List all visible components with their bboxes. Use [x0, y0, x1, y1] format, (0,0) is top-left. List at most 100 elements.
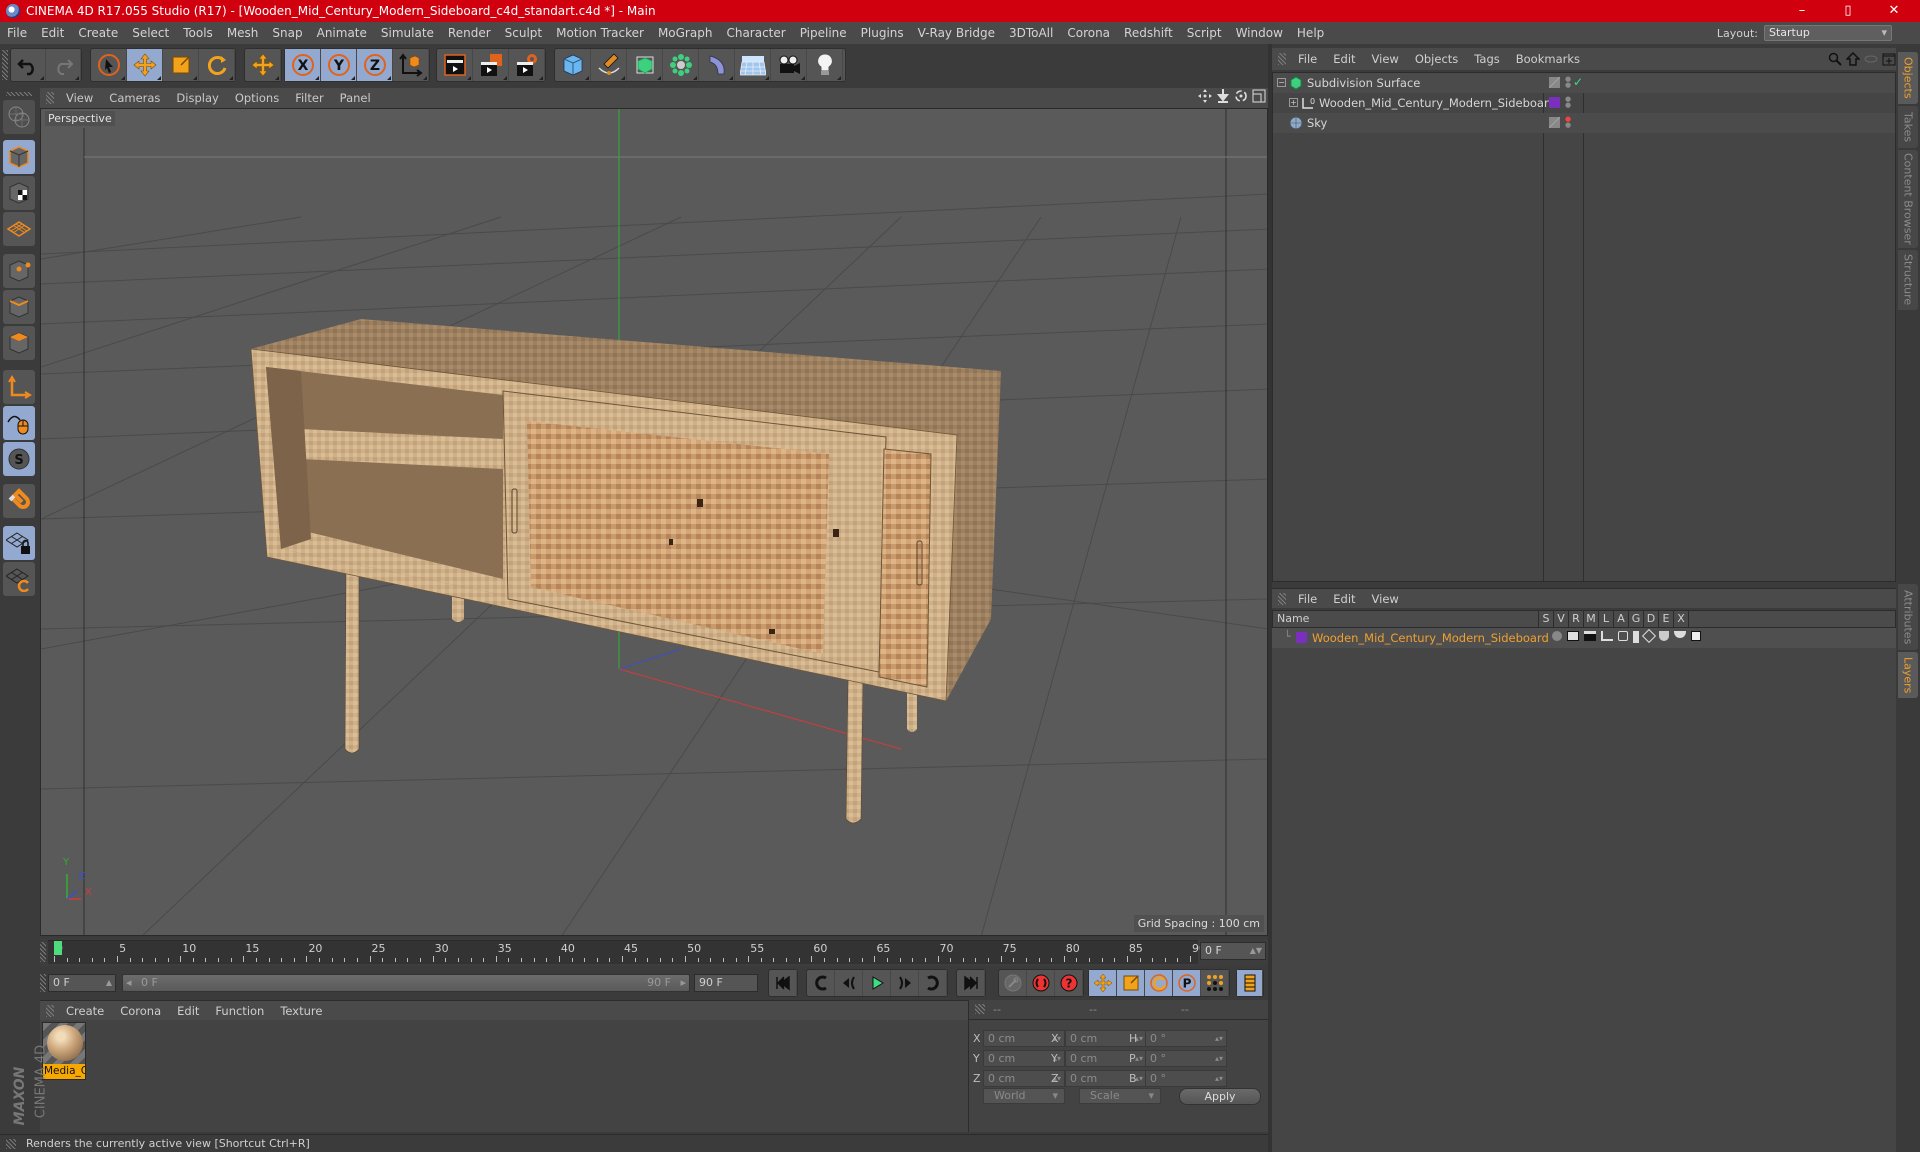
- workplane-rotate-button[interactable]: [3, 562, 35, 596]
- last-tool-button[interactable]: [245, 49, 281, 81]
- material-menu-texture[interactable]: Texture: [272, 1004, 330, 1018]
- object-menu-edit[interactable]: Edit: [1325, 52, 1363, 66]
- layer-column-e[interactable]: E: [1659, 611, 1674, 627]
- current-frame-field[interactable]: 0 F ▲▼: [1200, 942, 1266, 960]
- end-frame-field[interactable]: 90 F: [694, 974, 758, 992]
- apply-button[interactable]: Apply: [1179, 1088, 1261, 1105]
- scale-button[interactable]: [163, 49, 199, 81]
- collapse-icon[interactable]: −: [1277, 78, 1286, 87]
- layer-menu-edit[interactable]: Edit: [1325, 592, 1363, 606]
- add-array-button[interactable]: [663, 49, 699, 81]
- pan-icon[interactable]: [1198, 89, 1212, 103]
- snap-button[interactable]: [3, 484, 35, 518]
- menu-character[interactable]: Character: [719, 26, 792, 40]
- layer-column-x[interactable]: X: [1674, 611, 1689, 627]
- object-row-subdivision-surface[interactable]: − Subdivision Surface ● ● ✓: [1273, 73, 1895, 93]
- menu-file[interactable]: File: [0, 26, 34, 40]
- visibility-toggle-icon[interactable]: [1864, 52, 1878, 66]
- spin-arrows-icon[interactable]: ▲▼: [1250, 943, 1262, 959]
- axis-mode-button[interactable]: [3, 370, 35, 404]
- restore-button[interactable]: ▯: [1826, 0, 1870, 22]
- orbit-icon[interactable]: [1234, 89, 1248, 103]
- add-light-button[interactable]: [807, 49, 843, 81]
- menu-simulate[interactable]: Simulate: [374, 26, 441, 40]
- render-settings-button[interactable]: [509, 49, 545, 81]
- layer-column-g[interactable]: G: [1629, 611, 1644, 627]
- add-subdivision-button[interactable]: [627, 49, 663, 81]
- next-key-button[interactable]: [919, 970, 947, 996]
- transport-grip[interactable]: [40, 974, 46, 992]
- menu-select[interactable]: Select: [125, 26, 176, 40]
- add-deformer-button[interactable]: [699, 49, 735, 81]
- key-scale-button[interactable]: [1117, 970, 1145, 996]
- layer-menu-file[interactable]: File: [1290, 592, 1325, 606]
- layer-column-name[interactable]: Name: [1273, 611, 1539, 627]
- material-menu-edit[interactable]: Edit: [169, 1004, 207, 1018]
- edges-mode-button[interactable]: [3, 290, 35, 324]
- next-frame-button[interactable]: [891, 970, 919, 996]
- editor-visibility-icon[interactable]: [1549, 117, 1560, 128]
- menu-pipeline[interactable]: Pipeline: [793, 26, 854, 40]
- timeline-ruler[interactable]: 051015202530354045505560657075808590: [48, 940, 1206, 964]
- menu-tools[interactable]: Tools: [176, 26, 220, 40]
- expand-icon[interactable]: +: [1289, 98, 1298, 107]
- go-to-start-button[interactable]: [769, 970, 797, 996]
- viewport-menu-cameras[interactable]: Cameras: [101, 91, 168, 105]
- viewport-menu-options[interactable]: Options: [227, 91, 287, 105]
- search-icon[interactable]: [1828, 52, 1842, 66]
- menu-window[interactable]: Window: [1229, 26, 1290, 40]
- model-mode-button[interactable]: [3, 140, 35, 174]
- object-row-sideboard[interactable]: + 0 Wooden_Mid_Century_Modern_Sideboard …: [1273, 93, 1895, 113]
- texture-mode-button[interactable]: [3, 176, 35, 210]
- object-menu-view[interactable]: View: [1364, 52, 1407, 66]
- animation-flag-icon[interactable]: [1633, 631, 1639, 643]
- rotation-h-field[interactable]: 0 ° ▴▾: [1145, 1030, 1227, 1047]
- material-menu-corona[interactable]: Corona: [112, 1004, 169, 1018]
- rotation-b-field[interactable]: 0 ° ▴▾: [1145, 1070, 1227, 1087]
- tweak-mode-button[interactable]: [3, 406, 35, 440]
- coordinate-mode-dropdown[interactable]: Scale: [1079, 1088, 1161, 1104]
- layer-name[interactable]: Wooden_Mid_Century_Modern_Sideboard: [1312, 631, 1549, 645]
- render-picture-viewer-button[interactable]: [473, 49, 509, 81]
- menu-motion-tracker[interactable]: Motion Tracker: [549, 26, 651, 40]
- menu-v-ray-bridge[interactable]: V-Ray Bridge: [911, 26, 1002, 40]
- visibility-dots-icon[interactable]: ● ●: [1565, 76, 1571, 89]
- timeline-grip[interactable]: [40, 942, 46, 962]
- autokey-button[interactable]: ?: [1055, 970, 1083, 996]
- x-axis-lock-button[interactable]: X: [285, 49, 321, 81]
- menu-animate[interactable]: Animate: [310, 26, 374, 40]
- tab-layers[interactable]: Layers: [1898, 652, 1918, 698]
- new-panel-icon[interactable]: [1882, 52, 1896, 66]
- generators-flag-icon[interactable]: [1641, 628, 1657, 644]
- menu-mograph[interactable]: MoGraph: [651, 26, 720, 40]
- polygons-mode-button[interactable]: [3, 326, 35, 360]
- visibility-dots-icon[interactable]: ● ●: [1565, 96, 1571, 109]
- menu-snap[interactable]: Snap: [265, 26, 309, 40]
- spin-arrows-icon[interactable]: ▴▾: [1215, 1051, 1223, 1066]
- add-floor-button[interactable]: [735, 49, 771, 81]
- tab-structure[interactable]: Structure: [1898, 250, 1918, 310]
- playhead[interactable]: [54, 941, 62, 955]
- tab-attributes[interactable]: Attributes: [1898, 584, 1918, 650]
- tab-content-browser[interactable]: Content Browser: [1898, 150, 1918, 248]
- material-menu-function[interactable]: Function: [207, 1004, 272, 1018]
- spin-arrows-icon[interactable]: ▴▾: [1135, 1051, 1143, 1066]
- rotate-button[interactable]: [199, 49, 235, 81]
- locked-workplane-button[interactable]: [3, 526, 35, 560]
- viewport-grip[interactable]: [46, 92, 54, 104]
- undo-button[interactable]: [11, 49, 46, 81]
- timeline-window-button[interactable]: [1237, 970, 1263, 996]
- menu-edit[interactable]: Edit: [34, 26, 71, 40]
- key-rotation-button[interactable]: [1145, 970, 1173, 996]
- key-point-level-button[interactable]: [1201, 970, 1229, 996]
- toolbar-grip[interactable]: [2, 50, 8, 80]
- spin-arrows-icon[interactable]: ▴▾: [1215, 1071, 1223, 1086]
- move-button[interactable]: [127, 49, 163, 81]
- minimize-button[interactable]: –: [1780, 0, 1824, 22]
- spin-arrows-icon[interactable]: ▴▾: [1215, 1031, 1223, 1046]
- editor-visibility-icon[interactable]: [1549, 77, 1560, 88]
- solo-button[interactable]: S: [3, 442, 35, 476]
- layer-color-swatch[interactable]: [1296, 632, 1307, 643]
- live-selection-button[interactable]: [91, 49, 127, 81]
- material-grip[interactable]: [46, 1004, 54, 1017]
